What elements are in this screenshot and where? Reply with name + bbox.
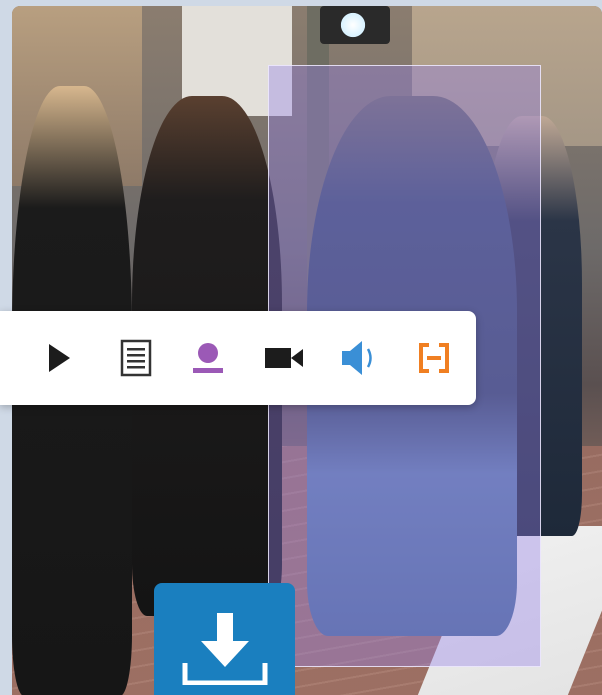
person-button[interactable] bbox=[183, 333, 233, 383]
download-icon bbox=[182, 613, 268, 685]
speaker-icon bbox=[342, 341, 372, 375]
play-icon bbox=[49, 344, 70, 372]
document-button[interactable] bbox=[111, 333, 161, 383]
audio-button[interactable] bbox=[333, 333, 383, 383]
frame-button[interactable] bbox=[409, 333, 459, 383]
video-button[interactable] bbox=[259, 333, 309, 383]
download-button[interactable] bbox=[154, 583, 295, 695]
frame-brackets-icon bbox=[419, 343, 449, 373]
document-icon bbox=[120, 339, 152, 377]
person-icon bbox=[193, 343, 223, 373]
play-button[interactable] bbox=[34, 333, 84, 383]
pedestrian-signal bbox=[320, 6, 390, 44]
video-camera-icon bbox=[265, 348, 303, 368]
media-toolbar bbox=[0, 311, 476, 405]
